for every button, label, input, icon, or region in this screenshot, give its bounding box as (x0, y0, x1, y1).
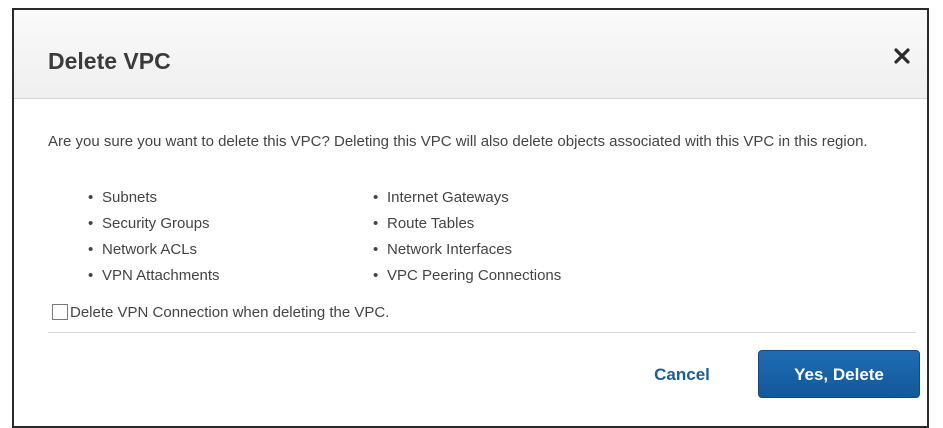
list-item: Security Groups (88, 211, 220, 237)
dialog-title: Delete VPC (48, 48, 171, 74)
footer-divider (48, 332, 916, 333)
associated-objects-list-right: Internet Gateways Route Tables Network I… (373, 185, 561, 289)
close-icon[interactable] (892, 46, 912, 66)
yes-delete-button[interactable]: Yes, Delete (758, 350, 920, 398)
delete-vpn-connection-option[interactable]: Delete VPN Connection when deleting the … (52, 301, 389, 323)
cancel-button[interactable]: Cancel (632, 363, 732, 387)
list-item: Subnets (88, 185, 220, 211)
list-item: VPN Attachments (88, 263, 220, 289)
associated-objects-list-left: Subnets Security Groups Network ACLs VPN… (88, 185, 220, 289)
list-item: Network Interfaces (373, 237, 561, 263)
list-item: Network ACLs (88, 237, 220, 263)
list-item: VPC Peering Connections (373, 263, 561, 289)
delete-vpn-connection-label[interactable]: Delete VPN Connection when deleting the … (70, 304, 389, 321)
dialog-header: Delete VPC (14, 10, 927, 99)
list-item: Route Tables (373, 211, 561, 237)
delete-vpn-connection-checkbox[interactable] (52, 304, 68, 320)
delete-vpc-dialog: Delete VPC Are you sure you want to dele… (12, 8, 929, 428)
confirmation-message: Are you sure you want to delete this VPC… (48, 133, 868, 150)
list-item: Internet Gateways (373, 185, 561, 211)
